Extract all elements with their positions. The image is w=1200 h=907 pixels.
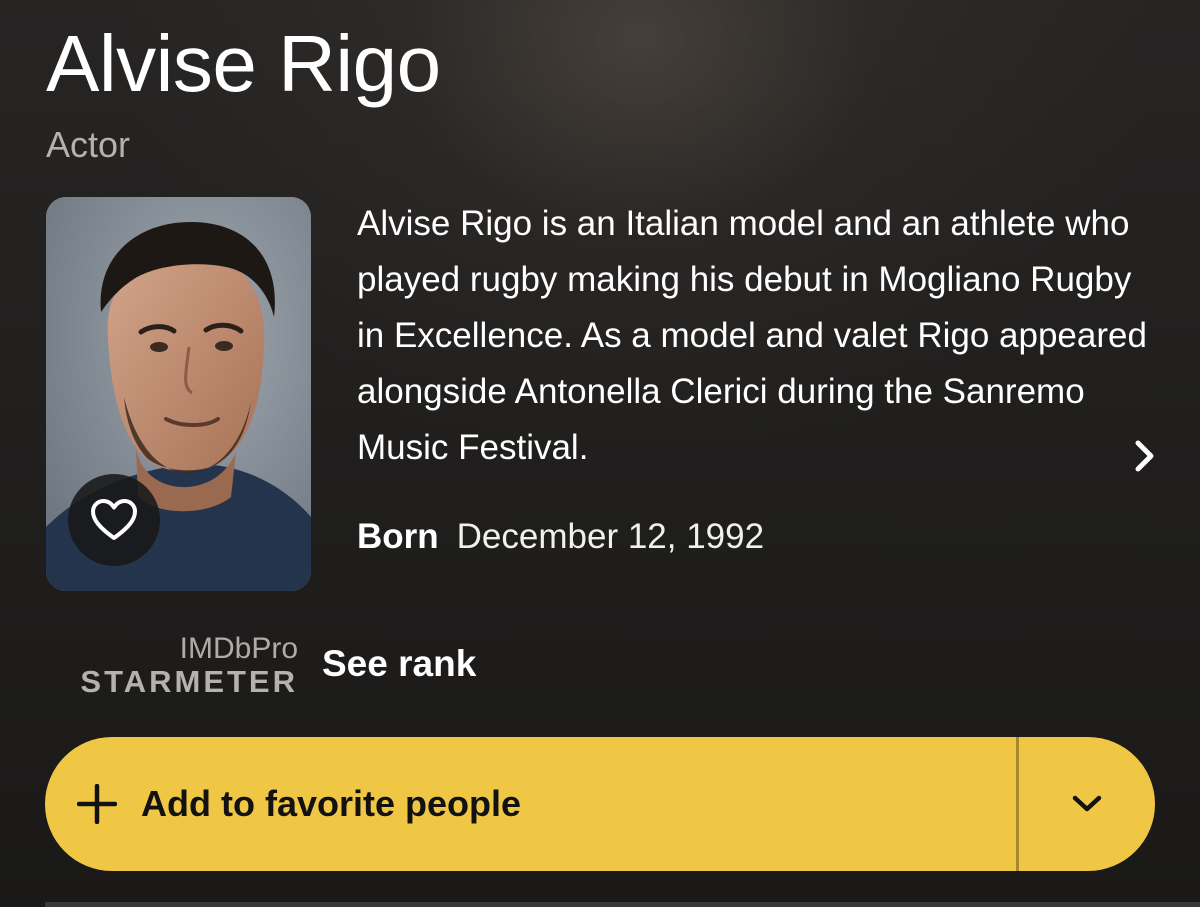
bio-text[interactable]: Alvise Rigo is an Italian model and an a…: [357, 196, 1147, 476]
person-role: Actor: [46, 124, 131, 165]
born-label: Born: [357, 517, 439, 556]
plus-icon: [77, 784, 117, 824]
section-divider: [45, 902, 1200, 907]
heart-icon: [91, 499, 137, 540]
imdbpro-brand: IMDbPro: [179, 632, 298, 665]
add-favorite-heart-button[interactable]: [68, 474, 160, 566]
add-to-favorites-button-group: Add to favorite people: [45, 737, 1155, 871]
born-row: Born December 12, 1992: [357, 513, 764, 561]
born-date: December 12, 1992: [456, 517, 765, 556]
chevron-right-icon[interactable]: [1128, 436, 1162, 476]
see-rank-link[interactable]: See rank: [322, 642, 476, 686]
chevron-down-icon: [1072, 795, 1102, 812]
person-name: Alvise Rigo: [46, 19, 441, 108]
add-to-favorite-people-button[interactable]: Add to favorite people: [45, 737, 1016, 871]
add-to-favorite-people-label: Add to favorite people: [141, 783, 522, 824]
favorites-dropdown-button[interactable]: [1019, 737, 1155, 871]
starmeter-logo: IMDbPro STARMETER: [56, 632, 298, 702]
starmeter-label: STARMETER: [80, 664, 298, 699]
